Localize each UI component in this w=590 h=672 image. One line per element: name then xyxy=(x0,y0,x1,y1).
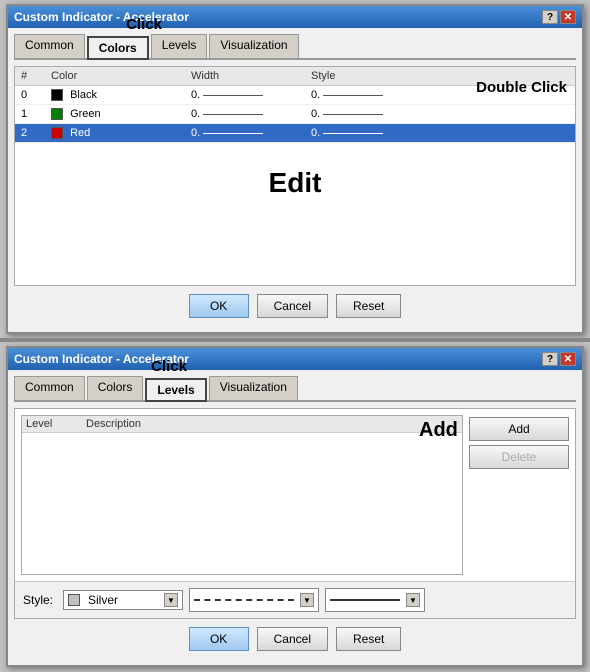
row2-style: 0. xyxy=(305,124,575,143)
row1-style-line xyxy=(323,114,383,115)
col-header-width: Width xyxy=(185,67,305,86)
levels-list-header: Level Description xyxy=(22,416,462,433)
color-style-select[interactable]: Silver ▼ xyxy=(63,590,183,610)
title-bar-buttons-2: ? ✕ xyxy=(542,352,576,366)
add-level-button[interactable]: Add xyxy=(469,417,569,441)
dialog2-buttons: OK Cancel Reset xyxy=(14,619,576,659)
tab-common-1[interactable]: Common xyxy=(14,34,85,58)
dialog2: Custom Indicator - Accelerator ? ✕ Click… xyxy=(6,346,584,667)
row0-line xyxy=(203,95,263,96)
tab-colors-2[interactable]: Colors xyxy=(87,376,144,400)
dash-style-select[interactable]: ▼ xyxy=(189,588,319,612)
reset-button-2[interactable]: Reset xyxy=(336,627,401,651)
dialog-separator xyxy=(0,338,590,342)
row2-num: 2 xyxy=(15,124,45,143)
title-bar-2: Custom Indicator - Accelerator ? ✕ xyxy=(8,348,582,370)
color-row-1[interactable]: 1 Green 0. 0. xyxy=(15,105,575,124)
title-bar-buttons-1: ? ✕ xyxy=(542,10,576,24)
row0-width: 0. xyxy=(185,86,305,105)
col-level-header: Level xyxy=(26,418,86,430)
row1-style: 0. xyxy=(305,105,575,124)
levels-side: Add Add Delete xyxy=(469,415,569,575)
solid-line-preview xyxy=(330,599,400,601)
levels-list-container: Level Description xyxy=(21,415,463,575)
dialog1-title: Custom Indicator - Accelerator xyxy=(14,10,189,24)
row2-color: Red xyxy=(45,124,185,143)
double-click-annotation: Double Click xyxy=(476,79,567,96)
row0-color-name: Black xyxy=(70,89,97,101)
row1-color: Green xyxy=(45,105,185,124)
title-bar-1: Custom Indicator - Accelerator ? ✕ xyxy=(8,6,582,28)
row0-color: Black xyxy=(45,86,185,105)
color-swatch-green xyxy=(51,108,63,120)
dialog1: Custom Indicator - Accelerator ? ✕ Click… xyxy=(6,4,584,334)
click-annotation-2: Click xyxy=(151,358,187,375)
row2-color-name: Red xyxy=(70,127,90,139)
row0-num: 0 xyxy=(15,86,45,105)
reset-button-1[interactable]: Reset xyxy=(336,294,401,318)
row1-line xyxy=(203,114,263,115)
add-annotation: Add xyxy=(419,419,458,442)
row1-num: 1 xyxy=(15,105,45,124)
click-annotation-1: Click xyxy=(126,16,162,33)
dash-select-arrow[interactable]: ▼ xyxy=(300,593,314,607)
dashed-line-preview xyxy=(194,599,294,601)
dialog1-body: Click Common Colors Levels Visualization… xyxy=(8,28,582,332)
dialog1-buttons: OK Cancel Reset xyxy=(14,286,576,326)
levels-tab-content: Level Description Add Add Delete xyxy=(14,408,576,619)
close-button-1[interactable]: ✕ xyxy=(560,10,576,24)
colors-tab-content: Double Click # Color Width Style 0 xyxy=(14,66,576,286)
color-select-arrow[interactable]: ▼ xyxy=(164,593,178,607)
tab-colors-1[interactable]: Colors xyxy=(87,36,149,60)
ok-button-1[interactable]: OK xyxy=(189,294,249,318)
edit-label: Edit xyxy=(15,143,575,223)
ok-button-2[interactable]: OK xyxy=(189,627,249,651)
row1-width: 0. xyxy=(185,105,305,124)
row0-style-line xyxy=(323,95,383,96)
tab-common-2[interactable]: Common xyxy=(14,376,85,400)
help-button-2[interactable]: ? xyxy=(542,352,558,366)
col-header-color: Color xyxy=(45,67,185,86)
cancel-button-2[interactable]: Cancel xyxy=(257,627,328,651)
style-label: Style: xyxy=(23,593,53,607)
row1-color-name: Green xyxy=(70,108,101,120)
cancel-button-1[interactable]: Cancel xyxy=(257,294,328,318)
tab-levels-1[interactable]: Levels xyxy=(151,34,208,58)
row2-style-line xyxy=(323,133,383,134)
solid-style-select[interactable]: ▼ xyxy=(325,588,425,612)
tab-visualization-2[interactable]: Visualization xyxy=(209,376,298,400)
close-button-2[interactable]: ✕ xyxy=(560,352,576,366)
tabs-1: Click Common Colors Levels Visualization xyxy=(14,34,576,60)
color-row-2[interactable]: 2 Red 0. 0. xyxy=(15,124,575,143)
delete-level-button[interactable]: Delete xyxy=(469,445,569,469)
col-desc-header: Description xyxy=(86,418,458,430)
help-button-1[interactable]: ? xyxy=(542,10,558,24)
row2-line xyxy=(203,133,263,134)
solid-select-arrow[interactable]: ▼ xyxy=(406,593,420,607)
levels-panel: Level Description Add Add Delete xyxy=(15,409,575,581)
dialog2-body: Click Common Colors Levels Visualization… xyxy=(8,370,582,665)
levels-list: Level Description xyxy=(21,415,463,575)
tab-visualization-1[interactable]: Visualization xyxy=(209,34,298,58)
silver-swatch xyxy=(68,594,80,606)
color-style-name: Silver xyxy=(88,593,118,607)
levels-buttons: Add Delete xyxy=(469,415,569,469)
color-swatch-red xyxy=(51,127,63,139)
tab-levels-2[interactable]: Levels xyxy=(145,378,206,402)
style-row: Style: Silver ▼ ▼ ▼ xyxy=(15,581,575,618)
row2-width: 0. xyxy=(185,124,305,143)
color-swatch-black xyxy=(51,89,63,101)
tabs-2: Click Common Colors Levels Visualization xyxy=(14,376,576,402)
col-header-num: # xyxy=(15,67,45,86)
